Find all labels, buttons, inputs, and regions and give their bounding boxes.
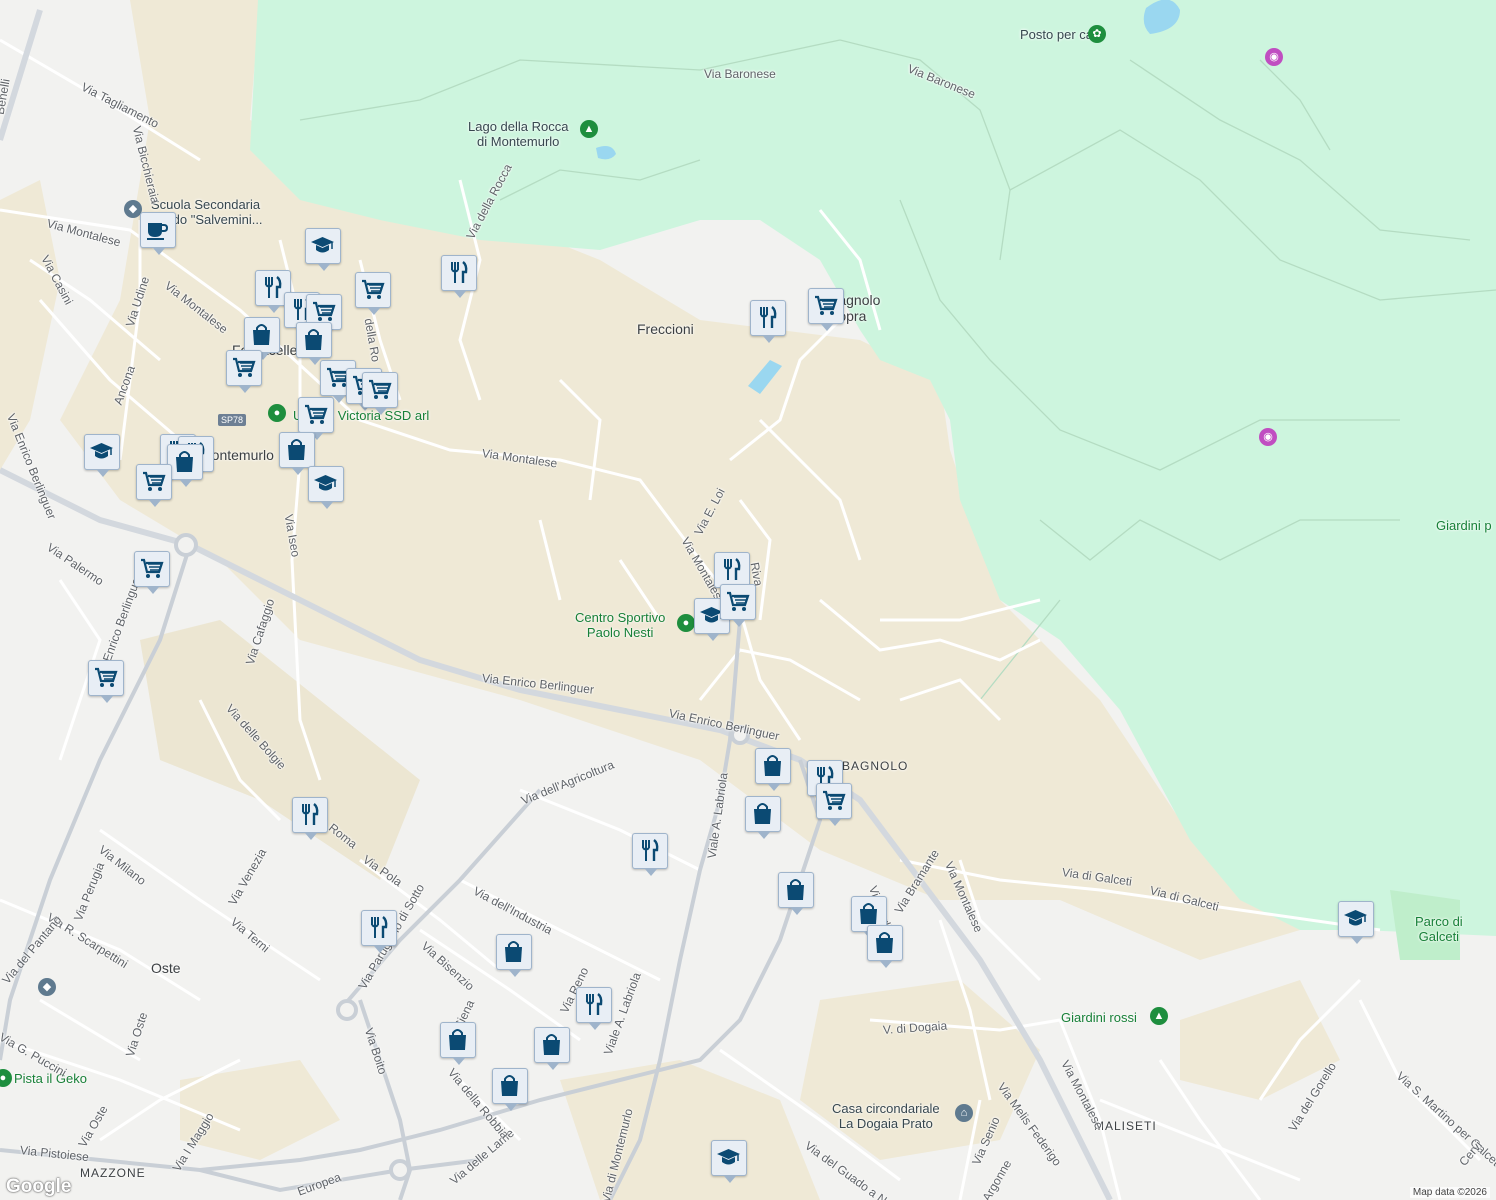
shopping-bag-icon — [754, 803, 771, 824]
shopping-cart-icon — [143, 471, 166, 491]
shopping-cart-icon — [815, 295, 838, 315]
map-marker-shopping-cart[interactable] — [136, 464, 172, 507]
restaurant-icon — [760, 306, 777, 328]
map-marker-shopping-cart[interactable] — [362, 372, 398, 415]
school-icon — [90, 443, 113, 459]
shopping-cart-icon — [305, 404, 328, 424]
shopping-cart-icon — [233, 357, 256, 377]
restaurant-icon — [302, 803, 319, 825]
map-marker-school[interactable] — [305, 228, 341, 271]
shopping-bag-icon — [288, 439, 305, 460]
restaurant-icon — [265, 276, 282, 298]
shopping-bag-icon — [505, 941, 522, 962]
restaurant-icon — [724, 558, 741, 580]
map-marker-shopping-bag[interactable] — [745, 796, 781, 839]
shopping-cart-icon — [141, 558, 164, 578]
poi-lago-della-rocca[interactable]: Lago della Rocca di Montemurlo — [468, 119, 568, 149]
poi-parco-galceti[interactable]: Parco di Galceti — [1415, 914, 1463, 944]
shopping-cart-icon — [823, 790, 846, 810]
map-marker-shopping-bag[interactable] — [167, 444, 203, 487]
road-label: Via Baronese — [704, 67, 776, 81]
map-marker-school[interactable] — [1338, 901, 1374, 944]
map-copyright: Map data ©2026 — [1409, 1187, 1490, 1198]
map-marker-shopping-bag[interactable] — [492, 1068, 528, 1111]
poi-giardini-rossi[interactable]: Giardini rossi — [1061, 1010, 1137, 1025]
map-marker-shopping-bag[interactable] — [296, 322, 332, 365]
school-icon — [717, 1149, 740, 1165]
shopping-bag-icon — [860, 903, 877, 924]
map-marker-school[interactable] — [84, 434, 120, 477]
cafe-icon — [147, 223, 169, 240]
restaurant-icon — [371, 916, 388, 938]
map-marker-cafe[interactable] — [140, 212, 176, 255]
map-marker-restaurant[interactable] — [576, 987, 612, 1030]
sports-pin-icon[interactable]: ● — [268, 404, 286, 422]
park-tree-icon[interactable]: ▲ — [580, 120, 598, 138]
map-marker-shopping-bag[interactable] — [534, 1027, 570, 1070]
map-marker-shopping-bag[interactable] — [867, 925, 903, 968]
shopping-bag-icon — [501, 1075, 518, 1096]
shopping-bag-icon — [543, 1034, 560, 1055]
school-icon — [311, 237, 334, 253]
map-marker-shopping-cart[interactable] — [808, 288, 844, 331]
map-marker-restaurant[interactable] — [441, 255, 477, 298]
shopping-bag-icon — [253, 324, 270, 345]
shopping-bag-icon — [876, 932, 893, 953]
school-poi-icon[interactable]: ◆ — [38, 978, 56, 996]
shopping-cart-icon — [95, 667, 118, 687]
shopping-cart-icon — [727, 591, 750, 611]
shopping-bag-icon — [176, 451, 193, 472]
poi-giardini-p[interactable]: Giardini p — [1436, 518, 1492, 533]
government-building-icon[interactable]: ⌂ — [955, 1104, 973, 1122]
map-marker-shopping-bag[interactable] — [778, 872, 814, 915]
restaurant-icon — [586, 993, 603, 1015]
map-marker-shopping-bag[interactable] — [244, 317, 280, 360]
school-icon — [314, 475, 337, 491]
area-bagnolo: BAGNOLO — [842, 759, 909, 773]
map-marker-school[interactable] — [308, 466, 344, 509]
map-marker-shopping-cart[interactable] — [134, 551, 170, 594]
poi-casa-circondariale[interactable]: Casa circondariale La Dogaia Prato — [832, 1101, 940, 1131]
shopping-bag-icon — [764, 755, 781, 776]
place-freccioni: Freccioni — [637, 321, 694, 337]
shopping-cart-icon — [362, 279, 385, 299]
map-marker-shopping-bag[interactable] — [279, 432, 315, 475]
map-marker-restaurant[interactable] — [714, 552, 750, 595]
map-marker-shopping-bag[interactable] — [440, 1022, 476, 1065]
shopping-bag-icon — [449, 1029, 466, 1050]
map-marker-shopping-bag[interactable] — [496, 934, 532, 977]
poi-centro-sportivo[interactable]: Centro Sportivo Paolo Nesti — [575, 610, 665, 640]
restaurant-icon — [642, 839, 659, 861]
map-marker-restaurant[interactable] — [750, 300, 786, 343]
map-marker-shopping-cart[interactable] — [355, 272, 391, 315]
area-mazzone: MAZZONE — [80, 1166, 146, 1180]
camera-icon[interactable]: ◉ — [1265, 48, 1283, 66]
place-oste: Oste — [151, 960, 181, 976]
map-marker-shopping-bag[interactable] — [755, 748, 791, 791]
map-marker-restaurant[interactable] — [632, 833, 668, 876]
map-marker-shopping-cart[interactable] — [226, 350, 262, 393]
map-marker-school[interactable] — [711, 1140, 747, 1183]
park-tree-icon[interactable]: ▲ — [1150, 1007, 1168, 1025]
map-marker-shopping-cart[interactable] — [816, 783, 852, 826]
shopping-cart-icon — [313, 301, 336, 321]
map-marker-shopping-cart[interactable] — [298, 397, 334, 440]
shopping-bag-icon — [305, 329, 322, 350]
restaurant-icon — [451, 261, 468, 283]
shopping-bag-icon — [787, 879, 804, 900]
dog-park-icon[interactable]: ✿ — [1088, 25, 1106, 43]
camera-icon[interactable]: ◉ — [1259, 428, 1277, 446]
map-canvas[interactable]: SP78 Freccioni Montemurlo Bagnolo Sopra … — [0, 0, 1496, 1200]
map-marker-restaurant[interactable] — [361, 910, 397, 953]
shopping-cart-icon — [369, 379, 392, 399]
route-shield: SP78 — [218, 414, 247, 426]
school-icon — [1344, 910, 1367, 926]
google-logo: Google — [6, 1176, 72, 1197]
sports-pin-icon[interactable]: ● — [677, 614, 695, 632]
agricultural-area — [560, 1060, 820, 1200]
map-marker-restaurant[interactable] — [292, 797, 328, 840]
map-marker-shopping-cart[interactable] — [720, 584, 756, 627]
map-marker-shopping-cart[interactable] — [88, 660, 124, 703]
